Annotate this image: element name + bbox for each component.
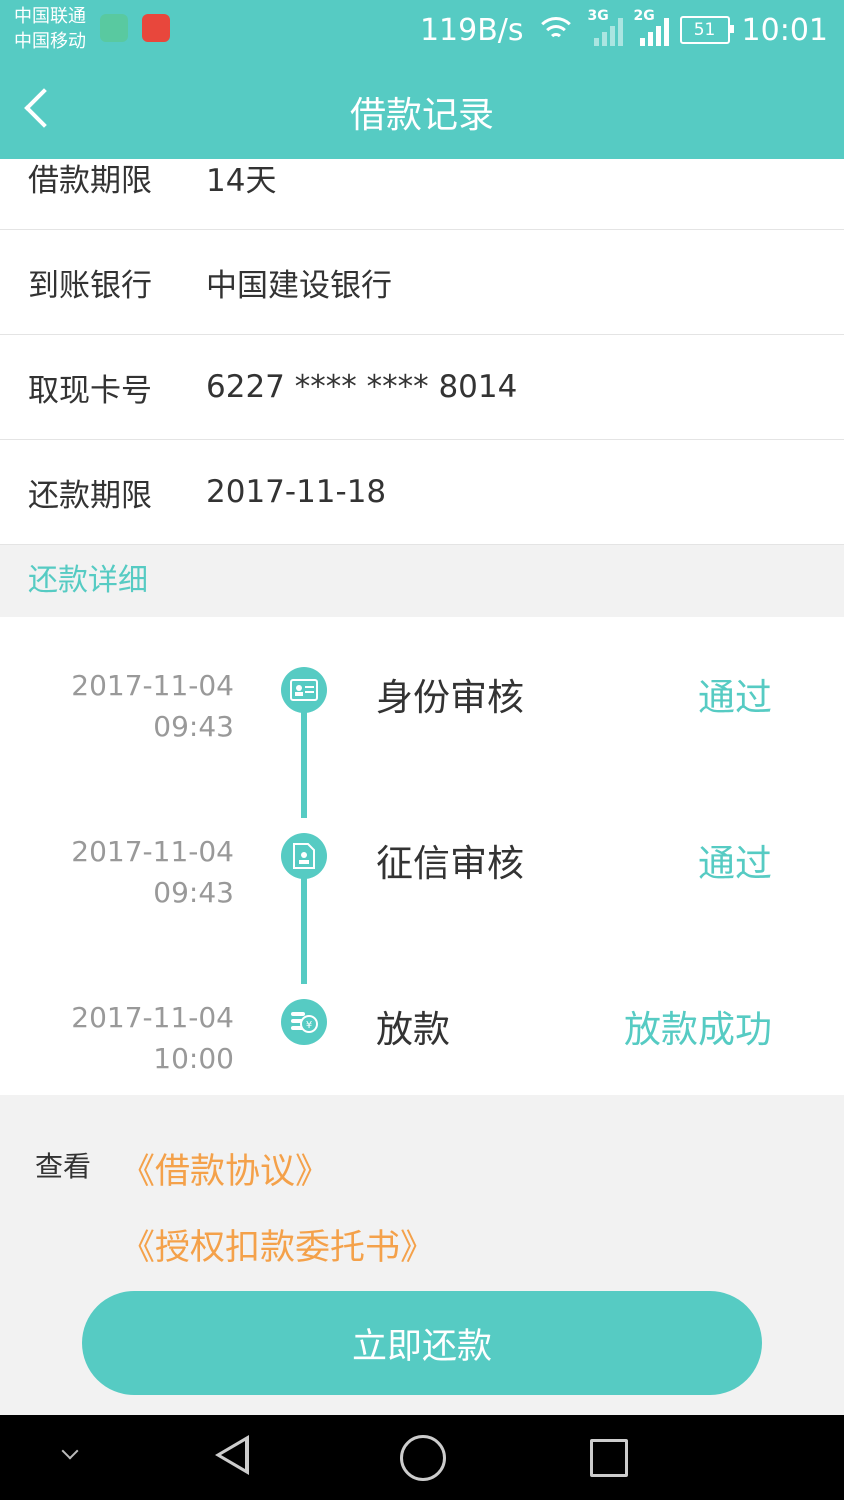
step-date: 2017-11-04 xyxy=(71,835,234,868)
status-bar: 中国联通 中国移动 119B/s 3G 2G 51 10:01 xyxy=(0,0,844,60)
nav-recents-icon[interactable] xyxy=(570,1415,650,1500)
detail-key: 借款期限 xyxy=(28,162,152,199)
coins-yuan-icon: ¥ xyxy=(281,999,327,1045)
id-card-icon xyxy=(281,667,327,713)
signal-2g-icon: 2G xyxy=(634,8,669,46)
documents-section: 查看 《借款协议》 《授权扣款委托书》 立即还款 xyxy=(0,1095,844,1415)
nav-home-icon[interactable] xyxy=(382,1415,462,1500)
step-timestamp: 2017-11-04 10:00 xyxy=(14,997,234,1079)
detail-row-card: 取现卡号 6227 **** **** 8014 xyxy=(0,335,844,440)
view-label: 查看 xyxy=(35,1150,92,1183)
progress-timeline: 2017-11-04 09:43 身份审核 通过 2017-11-04 09:4… xyxy=(0,617,844,1107)
wifi-icon xyxy=(534,15,577,45)
detail-value: 14天 xyxy=(206,162,277,199)
loan-details: 借款期限 14天 到账银行 中国建设银行 取现卡号 6227 **** ****… xyxy=(0,125,844,545)
section-title-repayment-detail: 还款详细 xyxy=(0,545,844,617)
repay-now-button[interactable]: 立即还款 xyxy=(82,1291,762,1395)
nav-bar: 借款记录 xyxy=(0,60,844,159)
detail-key: 还款期限 xyxy=(28,477,152,514)
status-indicators: 119B/s 3G 2G 51 10:01 xyxy=(419,8,828,50)
step-time: 10:00 xyxy=(153,1042,234,1075)
detail-key: 取现卡号 xyxy=(28,372,152,409)
main-content: 借款期限 14天 到账银行 中国建设银行 取现卡号 6227 **** ****… xyxy=(0,125,844,1107)
step-name: 放款 xyxy=(376,1008,450,1051)
detail-value: 中国建设银行 xyxy=(206,267,392,304)
timeline-step-disbursement: 2017-11-04 10:00 ¥ 放款 放款成功 xyxy=(0,985,844,1085)
timeline-step-credit: 2017-11-04 09:43 征信审核 通过 xyxy=(0,819,844,919)
app-notification-icon xyxy=(100,14,128,42)
detail-value: 6227 **** **** 8014 xyxy=(206,369,518,405)
detail-key: 到账银行 xyxy=(28,267,152,304)
top-bar: 中国联通 中国移动 119B/s 3G 2G 51 10:01 借款记录 xyxy=(0,0,844,159)
system-nav-bar xyxy=(0,1415,844,1500)
step-date: 2017-11-04 xyxy=(71,1001,234,1034)
signal-2g-label: 2G xyxy=(633,8,655,24)
carrier-1: 中国联通 xyxy=(14,6,86,27)
network-speed: 119B/s xyxy=(419,12,524,48)
step-status: 通过 xyxy=(698,842,772,885)
carrier-names: 中国联通 中国移动 xyxy=(14,4,86,54)
carrier-2: 中国移动 xyxy=(14,31,86,52)
step-time: 09:43 xyxy=(153,710,234,743)
step-timestamp: 2017-11-04 09:43 xyxy=(14,665,234,747)
svg-text:¥: ¥ xyxy=(306,1020,312,1031)
detail-row-bank: 到账银行 中国建设银行 xyxy=(0,230,844,335)
page-title: 借款记录 xyxy=(349,95,494,136)
step-timestamp: 2017-11-04 09:43 xyxy=(14,831,234,913)
step-status: 通过 xyxy=(698,676,772,719)
credit-report-icon xyxy=(281,833,327,879)
detail-row-due-date: 还款期限 2017-11-18 xyxy=(0,440,844,545)
step-date: 2017-11-04 xyxy=(71,669,234,702)
debit-authorization-link[interactable]: 《授权扣款委托书》 xyxy=(120,1219,435,1270)
clock: 10:01 xyxy=(741,12,828,48)
chevron-down-icon[interactable] xyxy=(30,1415,110,1500)
jd-app-notification-icon xyxy=(142,14,170,42)
timeline-step-identity: 2017-11-04 09:43 身份审核 通过 xyxy=(0,653,844,753)
step-time: 09:43 xyxy=(153,876,234,909)
battery-level: 51 xyxy=(693,20,716,40)
signal-3g-icon: 3G xyxy=(588,8,623,46)
battery-icon: 51 xyxy=(679,16,734,44)
loan-agreement-link[interactable]: 《借款协议》 xyxy=(120,1143,330,1194)
nav-back-icon[interactable] xyxy=(195,1415,275,1500)
step-status: 放款成功 xyxy=(624,1008,772,1051)
step-name: 身份审核 xyxy=(376,676,524,719)
detail-value: 2017-11-18 xyxy=(206,474,387,510)
step-name: 征信审核 xyxy=(376,842,524,885)
signal-3g-label: 3G xyxy=(587,8,609,24)
